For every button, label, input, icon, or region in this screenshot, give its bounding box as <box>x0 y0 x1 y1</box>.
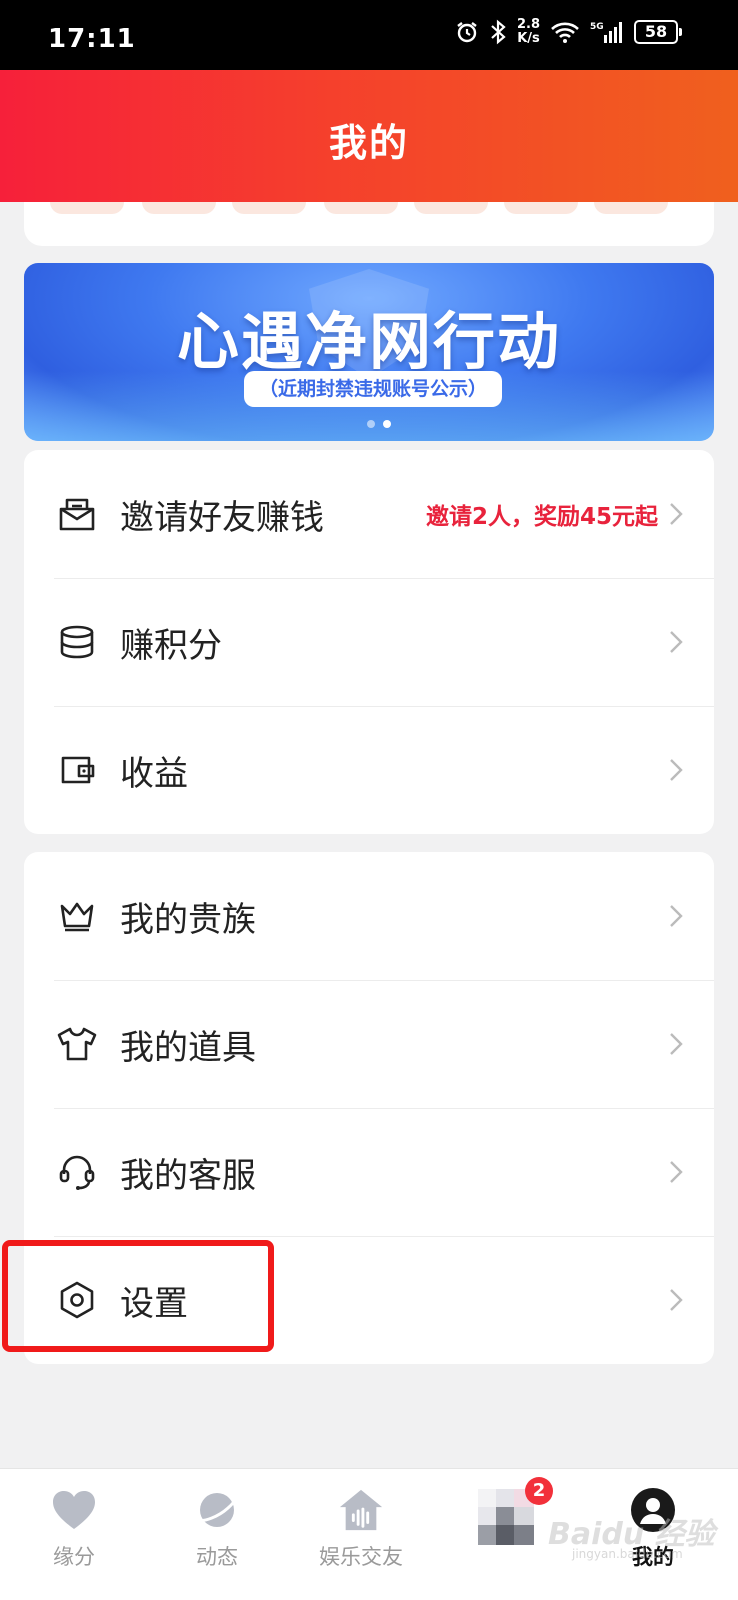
status-time: 17:11 <box>48 24 136 54</box>
chevron-right-icon <box>666 1158 686 1186</box>
svg-text:5G: 5G <box>590 22 604 32</box>
planet-icon <box>194 1487 240 1533</box>
menu-item-invite-friends[interactable]: 邀请好友赚钱 邀请2人，奖励45元起 <box>24 450 714 578</box>
menu-item-nobility[interactable]: 我的贵族 <box>24 852 714 980</box>
nav-label-moments: 动态 <box>196 1545 238 1569</box>
network-speed-value: 2.8 <box>516 17 540 32</box>
card-item-remnant <box>414 202 488 214</box>
headset-icon <box>54 1149 100 1195</box>
chevron-right-icon <box>666 902 686 930</box>
chevron-right-icon <box>666 628 686 656</box>
banner-subtitle: （近期封禁违规账号公示） <box>244 371 502 407</box>
menu-label-settings: 设置 <box>120 1283 188 1324</box>
menu-label-invite-friends: 邀请好友赚钱 <box>120 497 324 538</box>
alarm-icon <box>455 20 479 44</box>
wallet-icon <box>54 747 100 793</box>
menu-item-income[interactable]: 收益 <box>24 706 714 834</box>
chevron-right-icon <box>666 756 686 784</box>
envelope-icon <box>54 491 100 537</box>
house-wave-icon <box>338 1487 384 1533</box>
watermark-url: jingyan.baidu.com <box>572 1547 683 1561</box>
nav-tab-fate[interactable]: 缘分 <box>9 1487 139 1571</box>
menu-item-props[interactable]: 我的道具 <box>24 980 714 1108</box>
pagination-dot-active <box>383 420 391 428</box>
menu-label-props: 我的道具 <box>120 1027 256 1068</box>
unread-badge: 2 <box>525 1477 553 1505</box>
nav-label-fate: 缘分 <box>53 1545 95 1569</box>
settings-hexagon-icon <box>54 1277 100 1323</box>
menu-label-income: 收益 <box>120 753 188 794</box>
menu-item-settings[interactable]: 设置 <box>24 1236 714 1364</box>
nav-tab-moments[interactable]: 动态 <box>152 1487 282 1571</box>
bluetooth-icon <box>489 19 507 45</box>
page-header: 我的 <box>0 70 738 202</box>
status-icons: 2.8 K/s 5G 58 <box>455 18 682 46</box>
menu-label-customer-service: 我的客服 <box>120 1155 256 1196</box>
nav-label-entertainment: 娱乐交友 <box>319 1545 403 1569</box>
promo-banner[interactable]: 心遇净网行动 （近期封禁违规账号公示） <box>24 263 714 441</box>
menu-label-nobility: 我的贵族 <box>120 899 256 940</box>
chevron-right-icon <box>666 500 686 528</box>
menu-item-earn-points[interactable]: 赚积分 <box>24 578 714 706</box>
card-item-remnant <box>142 202 216 214</box>
pagination-dot <box>367 420 375 428</box>
coins-stack-icon <box>54 619 100 665</box>
card-item-remnant <box>504 202 578 214</box>
card-item-remnant <box>232 202 306 214</box>
card-item-remnant <box>50 202 124 214</box>
battery-indicator: 58 <box>634 20 682 44</box>
bottom-nav: 缘分 动态 娱乐交友 2 我的 Baidu 经验 jingyan.baidu.c… <box>0 1468 738 1600</box>
crown-icon <box>54 893 100 939</box>
banner-pagination <box>367 420 391 428</box>
status-bar: 17:11 2.8 K/s 5G 58 <box>0 0 738 70</box>
card-item-remnant <box>594 202 668 214</box>
menu-label-earn-points: 赚积分 <box>120 625 222 666</box>
scrolled-card-bottom <box>24 202 714 246</box>
card-item-remnant <box>324 202 398 214</box>
invite-reward-text: 邀请2人，奖励45元起 <box>425 504 658 530</box>
menu-group-account: 我的贵族 我的道具 我的客服 设置 <box>24 852 714 1364</box>
network-speed-unit: K/s <box>517 31 540 46</box>
menu-item-customer-service[interactable]: 我的客服 <box>24 1108 714 1236</box>
chevron-right-icon <box>666 1030 686 1058</box>
wifi-icon <box>550 20 580 44</box>
heart-icon <box>51 1487 97 1533</box>
shirt-icon <box>54 1021 100 1067</box>
menu-group-earnings: 邀请好友赚钱 邀请2人，奖励45元起 赚积分 收益 <box>24 450 714 834</box>
cellular-signal-icon: 5G <box>590 19 624 45</box>
nav-tab-entertainment[interactable]: 娱乐交友 <box>296 1487 426 1571</box>
network-speed: 2.8 K/s <box>517 18 540 46</box>
banner-headline: 心遇净网行动 <box>176 305 561 378</box>
page-title: 我的 <box>328 121 409 165</box>
chevron-right-icon <box>666 1286 686 1314</box>
